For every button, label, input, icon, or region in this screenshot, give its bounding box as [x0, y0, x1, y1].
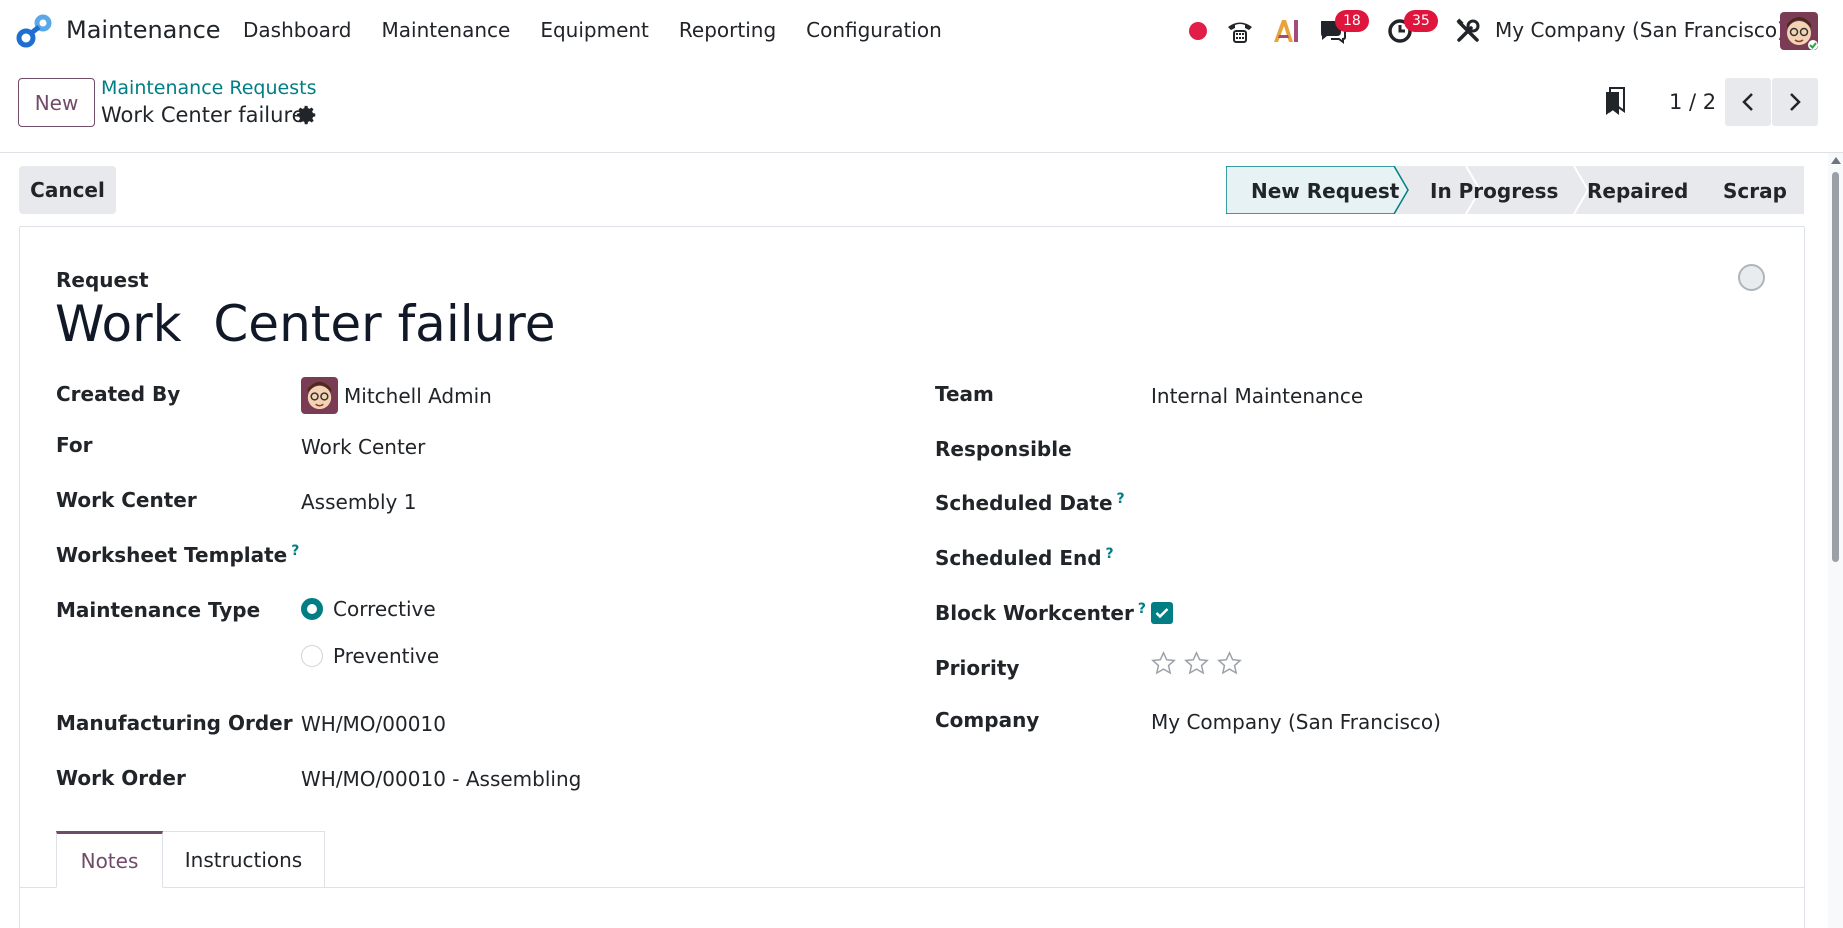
bookmarks-icon[interactable] [1602, 85, 1630, 117]
company-label: Company [935, 708, 1040, 732]
chevron-left-icon [1742, 93, 1753, 111]
star-icon[interactable] [1216, 650, 1243, 677]
created-by-label: Created By [56, 382, 181, 406]
stage-in-progress[interactable]: In Progress [1430, 179, 1558, 203]
top-navbar: Maintenance Dashboard Maintenance Equipm… [0, 0, 1843, 61]
team-field[interactable]: Internal Maintenance [1151, 384, 1363, 408]
debug-tools-icon[interactable] [1455, 0, 1481, 61]
corrective-option-label[interactable]: Corrective [333, 597, 436, 621]
app-name[interactable]: Maintenance [66, 16, 221, 44]
menu-dashboard[interactable]: Dashboard [243, 18, 352, 42]
control-panel: New Maintenance Requests Work Center fai… [0, 61, 1843, 153]
company-field[interactable]: My Company (San Francisco) [1151, 710, 1441, 734]
pager-value[interactable]: 1 / 2 [1669, 90, 1716, 114]
priority-label: Priority [935, 656, 1020, 680]
block-workcenter-label: Block Workcenter? [935, 601, 1146, 625]
breadcrumb-current-record: Work Center failure [101, 103, 305, 127]
preventive-option-label[interactable]: Preventive [333, 644, 439, 668]
pager-next-button[interactable] [1772, 78, 1818, 126]
work-center-label: Work Center [56, 488, 197, 512]
phone-icon[interactable] [1225, 0, 1255, 61]
request-label: Request [56, 268, 149, 292]
breadcrumb-maintenance-requests[interactable]: Maintenance Requests [101, 77, 316, 99]
for-label: For [56, 433, 93, 457]
cancel-button[interactable]: Cancel [19, 166, 116, 214]
company-switcher[interactable]: My Company (San Francisco) [1495, 18, 1785, 42]
maintenance-app-icon[interactable] [16, 14, 52, 48]
kanban-state-indicator[interactable] [1738, 264, 1765, 291]
chevron-right-icon [1790, 93, 1801, 111]
work-order-label: Work Order [56, 766, 186, 790]
scroll-up-arrow-icon[interactable] [1831, 157, 1841, 164]
help-tooltip-icon[interactable]: ? [1138, 601, 1146, 617]
messages-badge: 18 [1335, 10, 1369, 32]
pager-previous-button[interactable] [1725, 78, 1771, 126]
recording-icon[interactable] [1189, 0, 1209, 61]
tab-instructions[interactable]: Instructions [163, 831, 325, 888]
created-by-avatar [301, 377, 338, 414]
gear-icon[interactable] [296, 104, 318, 126]
maintenance-type-label: Maintenance Type [56, 598, 261, 622]
help-tooltip-icon[interactable]: ? [1106, 546, 1114, 562]
stage-new-request[interactable]: New Request [1251, 179, 1399, 203]
stage-scrap[interactable]: Scrap [1723, 179, 1787, 203]
stage-statusbar: New Request In Progress Repaired Scrap [1226, 166, 1804, 214]
stage-repaired[interactable]: Repaired [1587, 179, 1688, 203]
created-by-field[interactable]: Mitchell Admin [344, 384, 492, 408]
worksheet-template-label: Worksheet Template? [56, 543, 300, 567]
radio-corrective[interactable] [301, 598, 323, 620]
manufacturing-order-label: Manufacturing Order [56, 711, 293, 735]
menu-configuration[interactable]: Configuration [806, 18, 942, 42]
checkmark-icon [1155, 608, 1169, 619]
user-avatar[interactable] [1780, 12, 1818, 50]
tab-notes[interactable]: Notes [56, 831, 163, 888]
team-label: Team [935, 382, 994, 406]
priority-stars [1150, 650, 1243, 677]
for-field[interactable]: Work Center [301, 435, 425, 459]
manufacturing-order-field[interactable]: WH/MO/00010 [301, 712, 446, 736]
scheduled-date-label: Scheduled Date? [935, 491, 1125, 515]
menu-maintenance[interactable]: Maintenance [382, 18, 511, 42]
work-order-field[interactable]: WH/MO/00010 - Assembling [301, 767, 581, 791]
radio-preventive[interactable] [301, 645, 323, 667]
menu-equipment[interactable]: Equipment [540, 18, 649, 42]
star-icon[interactable] [1183, 650, 1210, 677]
work-center-field[interactable]: Assembly 1 [301, 490, 416, 514]
request-title-field[interactable]: Work Center failure [55, 295, 556, 353]
menu-reporting[interactable]: Reporting [679, 18, 776, 42]
help-tooltip-icon[interactable]: ? [1117, 491, 1125, 507]
star-icon[interactable] [1150, 650, 1177, 677]
responsible-label: Responsible [935, 437, 1072, 461]
help-tooltip-icon[interactable]: ? [291, 543, 299, 559]
ai-icon[interactable] [1272, 0, 1300, 61]
scheduled-end-label: Scheduled End? [935, 546, 1114, 570]
main-menu: Dashboard Maintenance Equipment Reportin… [243, 18, 972, 42]
scrollbar-thumb[interactable] [1832, 172, 1839, 562]
block-workcenter-checkbox[interactable] [1151, 602, 1173, 624]
activity-badge: 35 [1404, 10, 1438, 32]
new-button[interactable]: New [18, 78, 95, 127]
